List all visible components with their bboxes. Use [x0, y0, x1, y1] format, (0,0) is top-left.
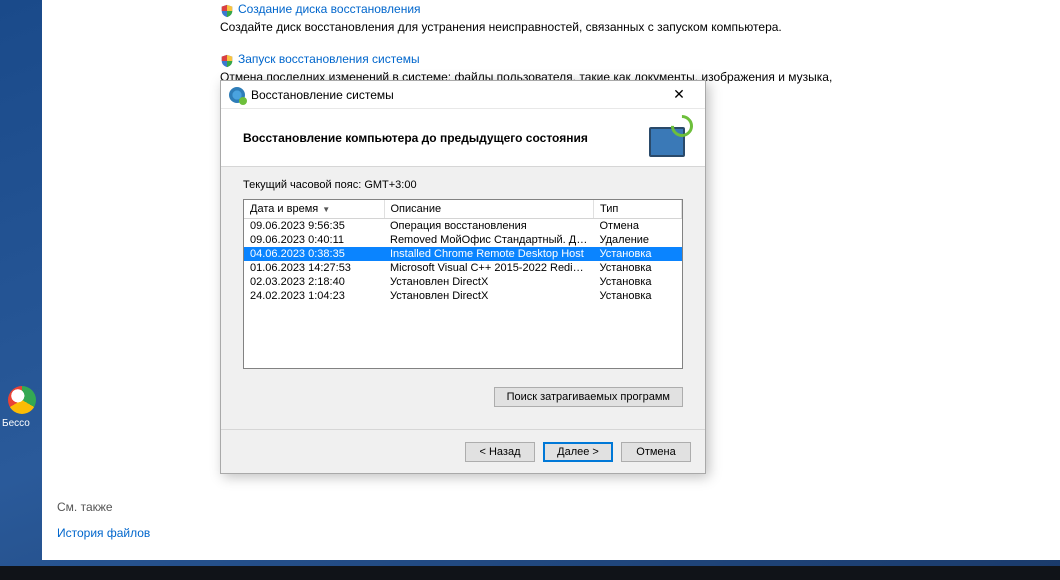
- system-restore-wizard: Восстановление системы ✕ Восстановление …: [220, 80, 706, 474]
- wizard-titlebar[interactable]: Восстановление системы ✕: [221, 81, 705, 109]
- cell-datetime: 24.02.2023 1:04:23: [244, 289, 384, 303]
- col-type[interactable]: Тип: [594, 200, 682, 219]
- wizard-footer: < Назад Далее > Отмена: [221, 429, 705, 473]
- cell-type: Отмена: [594, 219, 682, 234]
- table-row[interactable]: 02.03.2023 2:18:40Установлен DirectXУста…: [244, 275, 682, 289]
- col-datetime[interactable]: Дата и время▼: [244, 200, 384, 219]
- cell-datetime: 09.06.2023 9:56:35: [244, 219, 384, 234]
- cell-type: Установка: [594, 289, 682, 303]
- cell-type: Установка: [594, 275, 682, 289]
- back-button[interactable]: < Назад: [465, 442, 535, 462]
- chrome-window-fragment: Бессо: [0, 380, 40, 450]
- table-row[interactable]: 01.06.2023 14:27:53Microsoft Visual C++ …: [244, 261, 682, 275]
- wizard-header-title: Восстановление компьютера до предыдущего…: [243, 131, 645, 145]
- cell-datetime: 01.06.2023 14:27:53: [244, 261, 384, 275]
- cell-type: Установка: [594, 261, 682, 275]
- see-also-label: См. также: [57, 500, 150, 514]
- restore-illustration-icon: [645, 117, 691, 159]
- close-icon: ✕: [673, 86, 685, 103]
- taskbar[interactable]: [0, 566, 1060, 580]
- cell-datetime: 09.06.2023 0:40:11: [244, 233, 384, 247]
- file-history-link[interactable]: История файлов: [57, 526, 150, 540]
- col-description[interactable]: Описание: [384, 200, 594, 219]
- cell-description: Установлен DirectX: [384, 275, 594, 289]
- table-row[interactable]: 09.06.2023 0:40:11Removed МойОфис Станда…: [244, 233, 682, 247]
- system-restore-icon: [229, 87, 245, 103]
- close-button[interactable]: ✕: [659, 84, 699, 106]
- start-system-restore-link[interactable]: Запуск восстановления системы: [238, 52, 420, 68]
- chrome-icon: [8, 386, 36, 414]
- table-row[interactable]: 09.06.2023 9:56:35Операция восстановлени…: [244, 219, 682, 234]
- sort-desc-icon: ▼: [322, 205, 330, 214]
- create-recovery-disk-link[interactable]: Создание диска восстановления: [238, 2, 421, 18]
- create-recovery-disk-desc: Создайте диск восстановления для устране…: [220, 20, 860, 36]
- cell-datetime: 02.03.2023 2:18:40: [244, 275, 384, 289]
- control-panel-footer: См. также История файлов: [57, 500, 150, 540]
- cell-type: Удаление: [594, 233, 682, 247]
- timezone-label: Текущий часовой пояс: GMT+3:00: [243, 179, 683, 191]
- cell-description: Microsoft Visual C++ 2015-2022 Redistrib…: [384, 261, 594, 275]
- table-row[interactable]: 04.06.2023 0:38:35Installed Chrome Remot…: [244, 247, 682, 261]
- cell-description: Removed МойОфис Стандартный. Домашняя …: [384, 233, 594, 247]
- uac-shield-icon: [220, 4, 234, 18]
- chrome-tab-label: Бессо: [0, 418, 40, 429]
- wizard-window-title: Восстановление системы: [251, 88, 394, 102]
- cancel-button[interactable]: Отмена: [621, 442, 691, 462]
- cell-description: Installed Chrome Remote Desktop Host: [384, 247, 594, 261]
- cell-description: Установлен DirectX: [384, 289, 594, 303]
- next-button[interactable]: Далее >: [543, 442, 613, 462]
- search-affected-programs-button[interactable]: Поиск затрагиваемых программ: [494, 387, 683, 407]
- wizard-header: Восстановление компьютера до предыдущего…: [221, 109, 705, 167]
- cell-datetime: 04.06.2023 0:38:35: [244, 247, 384, 261]
- wizard-content: Текущий часовой пояс: GMT+3:00 Дата и вр…: [221, 167, 705, 429]
- cell-description: Операция восстановления: [384, 219, 594, 234]
- restore-points-table[interactable]: Дата и время▼ Описание Тип 09.06.2023 9:…: [243, 199, 683, 369]
- cell-type: Установка: [594, 247, 682, 261]
- table-row[interactable]: 24.02.2023 1:04:23Установлен DirectXУста…: [244, 289, 682, 303]
- desktop: Создание диска восстановления Создайте д…: [0, 0, 1060, 580]
- uac-shield-icon: [220, 54, 234, 68]
